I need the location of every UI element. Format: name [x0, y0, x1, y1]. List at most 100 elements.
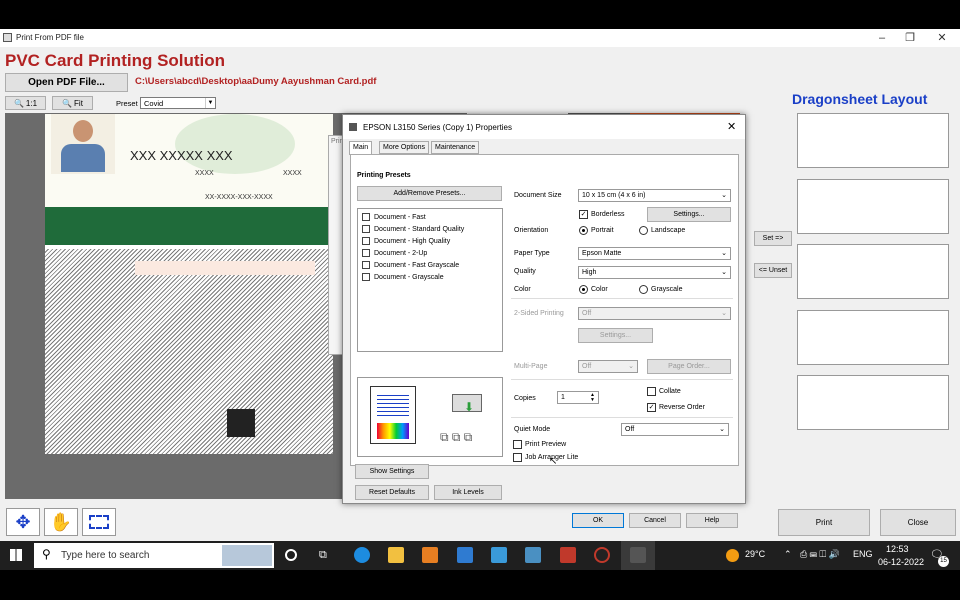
presets-list[interactable]: Document - Fast Document - Standard Qual… [357, 208, 503, 352]
move-tool-icon[interactable]: ✥ [6, 508, 40, 536]
text-lines [377, 395, 409, 419]
edge-icon[interactable] [354, 547, 370, 563]
weather-icon[interactable] [726, 549, 739, 562]
collate-checkbox[interactable] [647, 387, 656, 396]
zoom-1to1-label: 1:1 [25, 98, 38, 108]
set-button[interactable]: Set => [754, 231, 792, 246]
app-icon-red[interactable] [560, 547, 576, 563]
document-icon [362, 273, 370, 281]
card-name: XXX XXXXX XXX [130, 148, 233, 163]
close-button[interactable]: Close [880, 509, 956, 536]
card-header: XXX XXXXX XXX XXXX XXXX XX-XXXX-XXX-XXXX [45, 114, 393, 207]
active-app-highlight[interactable] [621, 541, 655, 570]
two-sided-settings-button[interactable]: Settings... [578, 328, 653, 343]
tray-icons[interactable]: ⎙ ⌨ ◫ 🔊 [800, 549, 840, 560]
chevron-up-icon[interactable]: ⌃ [784, 549, 792, 560]
layout-slot-2[interactable] [797, 179, 949, 234]
orientation-label: Orientation [514, 227, 549, 234]
paper-type-select[interactable]: Epson Matte ⌄ [578, 247, 731, 260]
temperature[interactable]: 29°C [745, 549, 765, 559]
avatar [51, 114, 115, 174]
dialog-title: EPSON L3150 Series (Copy 1) Properties [363, 123, 512, 132]
document-size-select[interactable]: 10 x 15 cm (4 x 6 in) ⌄ [578, 189, 731, 202]
taskbar-search[interactable]: ⚲ Type here to search [34, 543, 274, 568]
print-preview-label: Print Preview [525, 441, 567, 448]
reset-defaults-button[interactable]: Reset Defaults [355, 485, 429, 500]
cortana-icon[interactable] [285, 549, 297, 561]
clock-time[interactable]: 12:53 [886, 544, 909, 554]
language-indicator[interactable]: ENG [853, 549, 873, 559]
multipage-select[interactable]: Off ⌄ [578, 360, 638, 373]
card-qr-code [227, 409, 255, 437]
minimize-icon[interactable]: – [872, 31, 892, 45]
windows-start-icon[interactable] [10, 549, 22, 561]
list-item[interactable]: Document - High Quality [362, 237, 450, 245]
select-rect [89, 515, 109, 529]
close-icon[interactable]: ✕ [932, 31, 952, 45]
two-sided-value: Off [582, 310, 592, 317]
two-sided-select[interactable]: Off ⌄ [578, 307, 731, 320]
tab-more-options[interactable]: More Options [379, 141, 430, 154]
zoom-fit-button[interactable]: 🔍 Fit [52, 96, 93, 110]
layout-slot-1[interactable] [797, 113, 949, 168]
tab-maintenance[interactable]: Maintenance [431, 141, 480, 154]
card-dob: XXXX [195, 170, 214, 177]
tab-main[interactable]: Main [349, 141, 373, 155]
zoom-1to1-button[interactable]: 🔍 1:1 [5, 96, 46, 110]
quality-select[interactable]: High ⌄ [578, 266, 731, 279]
restore-icon[interactable]: ❐ [900, 31, 920, 45]
file-explorer-icon[interactable] [388, 547, 404, 563]
list-item[interactable]: Document - Standard Quality [362, 225, 464, 233]
add-remove-presets-button[interactable]: Add/Remove Presets... [357, 186, 502, 201]
grayscale-radio[interactable] [639, 285, 648, 294]
store-icon[interactable] [422, 547, 438, 563]
print-preview-checkbox[interactable] [513, 440, 522, 449]
list-item[interactable]: Document - 2-Up [362, 249, 427, 257]
list-item[interactable]: Document - Fast Grayscale [362, 261, 459, 269]
app-icon-window[interactable] [525, 547, 541, 563]
reverse-order-checkbox[interactable]: ✓ [647, 403, 656, 412]
app-icon-blue[interactable] [491, 547, 507, 563]
dialog-close-icon[interactable]: ✕ [727, 120, 736, 133]
job-arranger-checkbox[interactable] [513, 453, 522, 462]
list-item[interactable]: Document - Grayscale [362, 273, 444, 281]
portrait-radio[interactable] [579, 226, 588, 235]
hand-tool-icon[interactable]: ✋ [44, 508, 78, 536]
ink-levels-button[interactable]: Ink Levels [434, 485, 502, 500]
task-view-icon[interactable]: ⧉ [319, 549, 327, 562]
ok-button[interactable]: OK [572, 513, 624, 528]
settings-button[interactable]: Settings... [647, 207, 731, 222]
color-radio[interactable] [579, 285, 588, 294]
quiet-mode-select[interactable]: Off ⌄ [621, 423, 729, 436]
chevron-down-icon: ⌄ [721, 269, 727, 276]
copies-stepper[interactable]: 1 ▲ ▼ [557, 391, 599, 404]
cancel-button[interactable]: Cancel [629, 513, 681, 528]
page-order-button[interactable]: Page Order... [647, 359, 731, 374]
layout-slot-4[interactable] [797, 310, 949, 365]
landscape-label: Landscape [651, 227, 686, 234]
quiet-mode-label: Quiet Mode [514, 426, 551, 433]
document-icon [362, 261, 370, 269]
portrait-label: Portrait [591, 227, 614, 234]
clock-date[interactable]: 06-12-2022 [878, 557, 924, 567]
list-item[interactable]: Document - Fast [362, 213, 426, 221]
file-path: C:\Users\abcd\Desktop\aaDumy Aayushman C… [135, 76, 377, 87]
layout-slot-5[interactable] [797, 375, 949, 430]
preview-panel: ⬇ ⧉ ⧉ ⧉ [357, 377, 503, 457]
unset-button[interactable]: <= Unset [754, 263, 792, 278]
layout-slot-3[interactable] [797, 244, 949, 299]
reverse-order-label: Reverse Order [659, 404, 705, 411]
landscape-radio[interactable] [639, 226, 648, 235]
document-size-value: 10 x 15 cm (4 x 6 in) [582, 192, 646, 199]
open-pdf-button[interactable]: Open PDF File... [5, 73, 128, 92]
mail-icon[interactable] [457, 547, 473, 563]
app-icon-clock[interactable] [594, 547, 610, 563]
preset-select[interactable]: Covid ▼ [140, 97, 216, 109]
show-settings-button[interactable]: Show Settings [355, 464, 429, 479]
borderless-checkbox[interactable]: ✓ [579, 210, 588, 219]
help-button[interactable]: Help [686, 513, 738, 528]
divider [511, 417, 733, 418]
spinner-arrows-icon[interactable]: ▲ ▼ [590, 393, 595, 403]
print-button[interactable]: Print [778, 509, 870, 536]
select-tool-icon[interactable] [82, 508, 116, 536]
